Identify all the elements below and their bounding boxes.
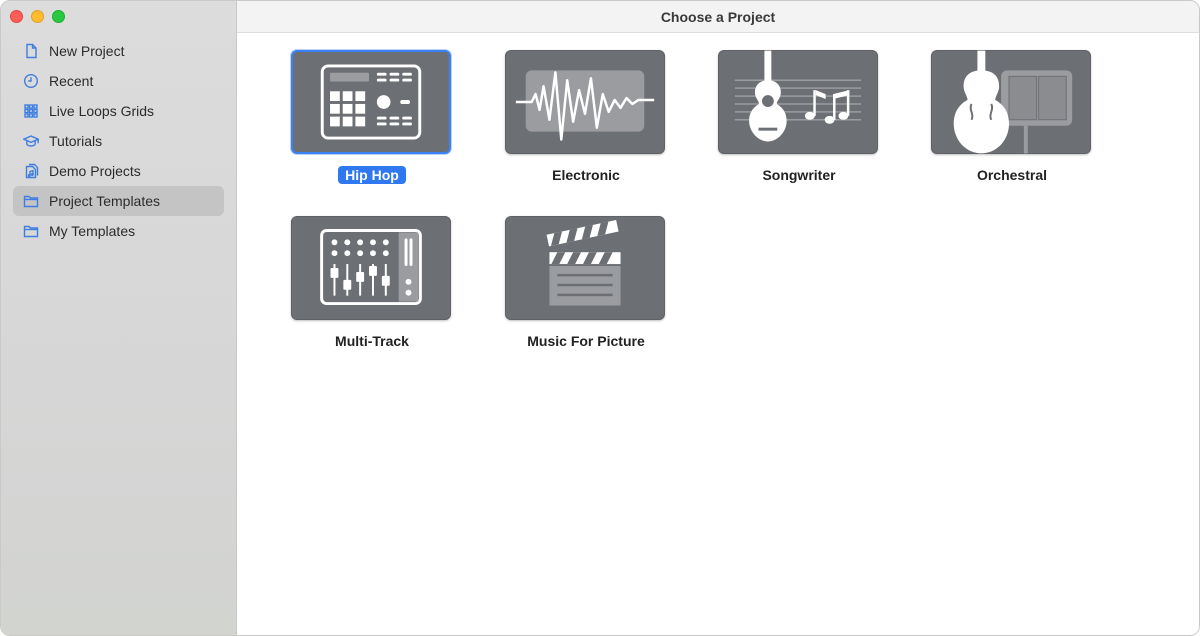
document-music-icon xyxy=(23,163,39,179)
sidebar-item-project-templates[interactable]: Project Templates xyxy=(13,186,224,216)
sidebar-item-label: Demo Projects xyxy=(49,163,141,179)
mixer-icon xyxy=(320,228,422,306)
window-title: Choose a Project xyxy=(660,8,776,25)
sidebar: New Project Recent Live Loops Grids Tuto… xyxy=(1,1,237,635)
folder-icon xyxy=(23,223,39,239)
template-thumbnail[interactable] xyxy=(505,216,665,320)
sidebar-item-new-project[interactable]: New Project xyxy=(13,36,224,66)
template-thumbnail[interactable] xyxy=(718,50,878,154)
template-tile-songwriter[interactable]: Songwriter xyxy=(718,50,880,185)
template-thumbnail[interactable] xyxy=(291,50,451,154)
sidebar-item-label: My Templates xyxy=(49,223,136,239)
template-tile-music-for-picture[interactable]: Music For Picture xyxy=(505,216,667,351)
sidebar-item-tutorials[interactable]: Tutorials xyxy=(13,126,224,156)
template-label: Electronic xyxy=(552,167,620,183)
drum-machine-icon xyxy=(320,64,422,140)
zoom-window-button[interactable] xyxy=(52,10,65,23)
cello-icon xyxy=(953,50,1073,154)
template-tile-orchestral[interactable]: Orchestral xyxy=(931,50,1093,185)
clapperboard-icon xyxy=(546,219,621,306)
clock-icon xyxy=(23,73,39,89)
sidebar-item-label: Recent xyxy=(49,73,94,89)
template-label: Multi-Track xyxy=(335,333,409,349)
sidebar-item-recent[interactable]: Recent xyxy=(13,66,224,96)
sidebar-item-label: Live Loops Grids xyxy=(49,103,155,119)
grid-icon xyxy=(23,103,39,119)
close-window-button[interactable] xyxy=(10,10,23,23)
sidebar-item-label: New Project xyxy=(49,43,125,59)
sidebar-item-label: Tutorials xyxy=(49,133,103,149)
minimize-window-button[interactable] xyxy=(31,10,44,23)
waveform-icon xyxy=(515,70,655,141)
sidebar-item-demo-projects[interactable]: Demo Projects xyxy=(13,156,224,186)
template-label: Hip Hop xyxy=(338,166,406,184)
template-label: Songwriter xyxy=(762,167,836,183)
sidebar-item-live-loops-grids[interactable]: Live Loops Grids xyxy=(13,96,224,126)
sidebar-nav: New Project Recent Live Loops Grids Tuto… xyxy=(13,36,224,246)
template-tile-hip-hop[interactable]: Hip Hop xyxy=(291,50,453,185)
title-bar: Choose a Project xyxy=(237,1,1199,33)
sidebar-item-label: Project Templates xyxy=(49,193,161,209)
window-controls xyxy=(10,10,65,23)
folder-icon xyxy=(23,193,39,209)
template-tile-multi-track[interactable]: Multi-Track xyxy=(291,216,453,351)
template-thumbnail[interactable] xyxy=(505,50,665,154)
template-tile-electronic[interactable]: Electronic xyxy=(505,50,667,185)
template-label: Orchestral xyxy=(976,167,1048,183)
template-thumbnail[interactable] xyxy=(931,50,1091,154)
template-label: Music For Picture xyxy=(527,333,645,349)
document-icon xyxy=(23,43,39,59)
guitar-notes-icon xyxy=(734,50,862,142)
template-grid: Hip Hop Electronic Songwriter Orchestral… xyxy=(237,33,1199,635)
project-chooser-window: New Project Recent Live Loops Grids Tuto… xyxy=(0,0,1200,636)
sidebar-item-my-templates[interactable]: My Templates xyxy=(13,216,224,246)
graduation-cap-icon xyxy=(23,133,39,149)
template-thumbnail[interactable] xyxy=(291,216,451,320)
